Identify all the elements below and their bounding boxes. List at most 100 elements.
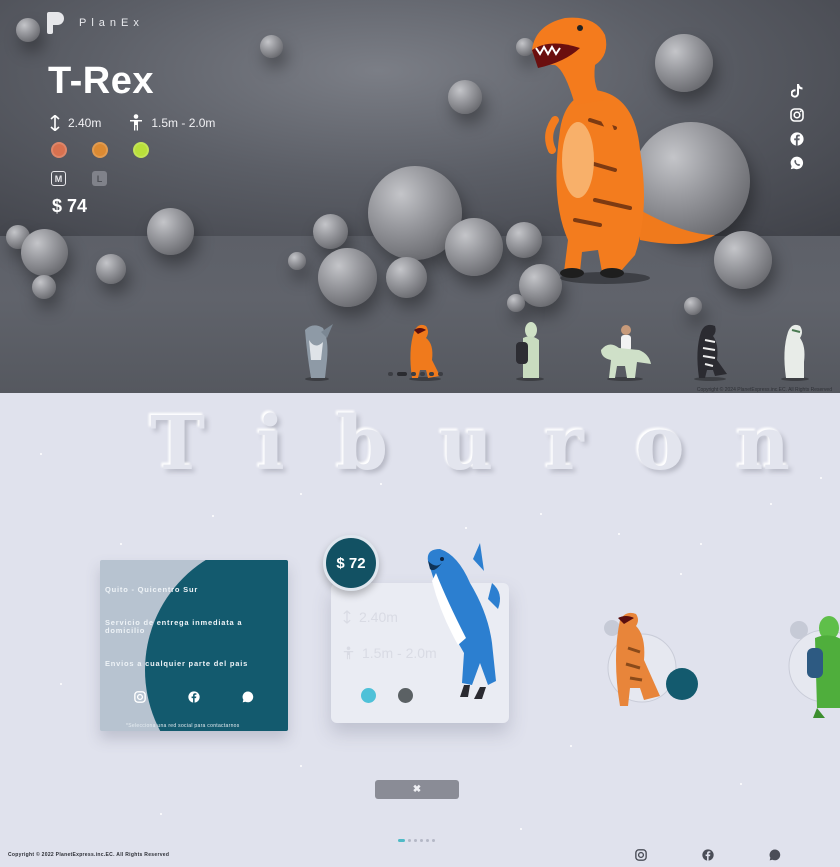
whatsapp-icon[interactable] [789,156,805,170]
whatsapp-icon[interactable] [242,690,254,708]
thumb-shark[interactable] [295,320,345,382]
card-height-spec: 2.40m [343,609,398,625]
carousel-dot[interactable] [420,839,423,842]
facebook-icon[interactable] [789,132,805,146]
star [40,453,42,455]
hero-carousel-dot[interactable] [420,372,425,376]
thumb-alien[interactable] [505,320,555,382]
carousel-dot-active[interactable] [398,839,405,842]
carousel-dot[interactable] [408,839,411,842]
brand-logo[interactable]: PlanEx [47,12,144,34]
star [820,477,822,479]
person-icon [343,646,354,660]
title-letter: u [439,401,494,487]
sphere [313,214,348,249]
star [160,813,162,815]
color-swatch-red[interactable] [51,142,67,158]
person-range-value: 1.5m - 2.0m [151,115,216,130]
footer-copyright: Copyright © 2022 PlanetExpress.inc.EC. A… [8,852,170,858]
social-links [789,84,805,170]
height-value: 2.40m [68,115,102,130]
shark-costume-image [427,543,500,699]
carousel-dot[interactable] [414,839,417,842]
facebook-icon[interactable] [702,848,714,866]
tiktok-icon[interactable] [789,84,805,98]
hero-section: PlanEx T-Rex 2.40m 1.5m - 2.0m M L $ 74 [0,0,840,393]
color-swatch-dark[interactable] [398,688,413,703]
product-carousel-indicator [398,839,435,842]
hero-carousel-dot-active[interactable] [397,372,407,376]
contact-note: *Selecciona una red social para contacta… [126,723,240,729]
sphere [288,252,306,270]
thumb-skeleton-dino[interactable] [685,320,735,382]
title-letter: n [736,401,790,487]
star [570,745,572,747]
star [60,683,62,685]
size-option-l[interactable]: L [92,171,107,186]
close-button[interactable]: ✖ [375,780,459,799]
logo-mark-icon [47,12,65,34]
thumb-white-dino[interactable] [770,320,820,382]
alien-thumbnail-bubble[interactable] [785,608,840,723]
product-title: T-Rex [48,60,154,102]
sphere [507,294,525,312]
facebook-icon[interactable] [188,690,200,708]
spec-row: 2.40m 1.5m - 2.0m [50,114,243,131]
instagram-icon[interactable] [134,690,146,708]
footer-social-links [635,848,781,866]
person-range-spec: 1.5m - 2.0m [129,114,215,131]
star [680,573,682,575]
color-swatch-cyan[interactable] [361,688,376,703]
star [618,533,620,535]
title-letter: i [256,401,285,487]
star [770,503,772,505]
color-swatch-orange[interactable] [92,142,108,158]
instagram-icon[interactable] [635,848,647,866]
sphere [260,35,283,58]
title-letter: b [336,401,388,487]
color-swatch-lime[interactable] [133,142,149,158]
title-letter: r [544,401,584,487]
star [300,493,302,495]
hero-carousel-dot[interactable] [411,372,416,376]
costume-thumbnails [290,320,830,382]
carousel-dot[interactable] [426,839,429,842]
star [540,513,542,515]
person-icon [130,114,143,131]
height-arrows-icon [50,114,60,131]
trex-thumbnail-bubble[interactable] [600,608,700,723]
sphere [684,297,702,315]
size-option-m[interactable]: M [51,171,66,186]
card-social-links [134,690,254,708]
star [120,543,122,545]
sphere [714,231,772,289]
thumb-dino-rider[interactable] [595,320,655,382]
star [300,765,302,767]
hero-carousel-dot[interactable] [429,372,434,376]
sphere [318,248,377,307]
embossed-product-title: T i b u r o n [150,401,790,487]
sphere [32,275,56,299]
star [520,828,522,830]
sphere [147,208,194,255]
whatsapp-icon[interactable] [769,848,781,866]
color-options [51,142,149,158]
title-letter: o [635,401,685,487]
sphere [96,254,126,284]
instagram-icon[interactable] [789,108,805,122]
sphere [16,18,40,42]
hero-carousel-indicator [388,372,443,376]
carousel-dot[interactable] [432,839,435,842]
hero-carousel-dot[interactable] [438,372,443,376]
brand-name: PlanEx [79,17,144,29]
product-price-badge: $ 72 [323,535,379,591]
card-height-value: 2.40m [359,609,398,625]
hero-carousel-dot[interactable] [388,372,393,376]
shipping-info: Envios a cualquier parte del pais [105,659,249,668]
trex-costume-image [532,17,715,284]
delivery-info: Servicio de entrega inmediata a domicili… [105,618,243,635]
title-letter: T [150,401,206,487]
star [700,543,702,545]
sphere [21,229,68,276]
star [740,783,742,785]
